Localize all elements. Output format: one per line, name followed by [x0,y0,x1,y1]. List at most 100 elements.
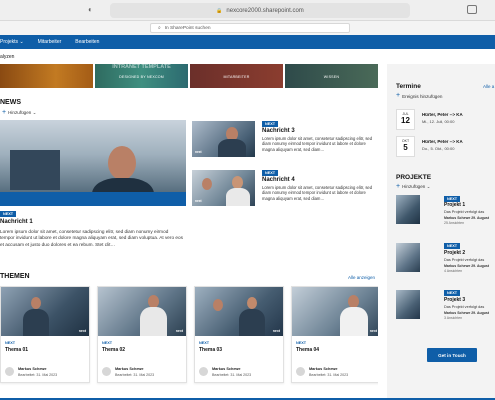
news-add-label: Hinzufügen ⌄ [8,110,37,115]
theme-card[interactable]: next NEXT Thema 01 Markus Schewe Bearbei… [0,286,90,383]
news-3-title[interactable]: Nachricht 3 [262,128,295,134]
nav-item-bearbeiten[interactable]: Bearbeiten [75,39,99,45]
project-views: 25 Ansichten [444,221,465,225]
theme-card-author: Markus Schewe [309,367,338,371]
event-date: Mi., 12. Juli, 00:00 [422,119,455,124]
news-3-image[interactable]: next [192,121,255,157]
termine-show-all-link[interactable]: Alle a [483,84,494,89]
project-badge: NEXT [444,243,461,249]
hero-tile-intranet[interactable]: INTRANET TEMPLATE DESIGNED BY NEXCOM [95,64,188,88]
search-placeholder: In SharePoint suchen [164,25,211,31]
projekte-add-label: Hinzufügen ⌄ [402,184,431,189]
project-image[interactable] [396,290,420,319]
main-news-title[interactable]: Nachricht 1 [0,219,33,225]
photo-monitor [10,150,60,190]
photo-person-body [23,309,49,336]
theme-card-image: next [292,287,380,336]
photo-person-body [140,307,167,336]
theme-card[interactable]: next NEXT Thema 04 Markus Schewe Bearbei… [291,286,381,383]
project-title[interactable]: Projekt 1 [444,202,465,208]
nav-item-mitarbeiter[interactable]: Mitarbeiter [38,39,62,45]
event-title[interactable]: Hürter, Peter --> KA [422,112,463,117]
theme-card-title: Thema 04 [296,347,320,353]
theme-card-title: Thema 01 [5,347,29,353]
news-4-badge: NEXT [262,170,279,176]
shield-icon[interactable]: ◐ [88,5,93,14]
project-title[interactable]: Projekt 3 [444,297,465,303]
project-views: 4 Ansichten [444,269,463,273]
project-views: 3 Ansichten [444,316,463,320]
theme-card-date: Bearbeitet: 31. Mai 2023 [309,373,349,377]
address-bar[interactable]: 🔒 nexcore2000.sharepoint.com [110,3,410,18]
project-desc: Das Projekt verfolgt das [444,210,485,214]
project-desc: Das Projekt verfolgt das [444,305,485,309]
theme-card[interactable]: next NEXT Thema 02 Markus Schewe Bearbei… [97,286,187,383]
hero-caption: WISSEN [323,75,340,79]
theme-card-author: Markus Schewe [212,367,241,371]
photo-person-body [340,307,368,336]
event-date-box: OKT 5 [396,136,415,157]
hero-big-text: INTRANET TEMPLATE [112,64,171,70]
theme-card-label: NEXT [199,341,210,345]
photo-person-head [108,146,136,180]
news-add-button[interactable]: + Hinzufügen ⌄ [2,109,37,116]
search-box[interactable]: ⌕ In SharePoint suchen [150,23,350,33]
theme-card[interactable]: next NEXT Thema 03 Markus Schewe Bearbei… [194,286,284,383]
event-date: Do., 5. Okt., 00:00 [422,146,455,151]
site-navigation: Projekts ⌄ Mitarbeiter Bearbeiten [0,35,495,49]
lock-icon: 🔒 [216,7,223,14]
theme-card-image: next [98,287,186,336]
theme-card-stamp: next [272,329,280,333]
theme-card-stamp: next [78,329,86,333]
hero-banner: INTRANET TEMPLATE DESIGNED BY NEXCOM MIT… [0,64,378,88]
event-day: 5 [403,143,408,152]
hero-tile-mitarbeiter[interactable]: MITARBEITER [190,64,283,88]
project-image[interactable] [396,195,420,224]
tabs-icon[interactable] [467,5,477,14]
theme-card-label: NEXT [5,341,16,345]
photo-person-head [247,297,257,309]
breadcrumb: alyzen [0,54,15,60]
theme-card-date: Bearbeitet: 31. Mai 2023 [18,373,58,377]
event-title[interactable]: Hürter, Peter --> KA [422,139,463,144]
avatar [199,367,208,376]
photo-person-body [218,139,246,157]
news-image-stamp: next [195,199,202,203]
project-title[interactable]: Projekt 2 [444,250,465,256]
theme-card-title: Thema 03 [199,347,223,353]
main-news-image[interactable] [0,120,186,206]
theme-card-date: Bearbeitet: 31. Mai 2023 [212,373,252,377]
projekte-title: PROJEKTE [396,174,432,181]
photo-person-head [213,299,223,311]
suite-bar: ⌕ In SharePoint suchen [0,21,495,35]
news-4-text: Lorem ipsum dolor sit amet, consetetur s… [262,185,373,201]
theme-card-image: next [195,287,283,336]
news-4-title[interactable]: Nachricht 4 [262,177,295,183]
news-4-image[interactable]: next [192,170,255,206]
search-icon: ⌕ [158,26,161,31]
hero-tile-1[interactable] [0,64,93,88]
hero-tile-wissen[interactable]: WISSEN [285,64,378,88]
termine-add-button[interactable]: + Ereignis hinzufügen [396,92,442,99]
themen-show-all-link[interactable]: Alle anzeigen [348,275,375,280]
news-title: NEWS [0,99,21,106]
nav-item-projekts[interactable]: Projekts ⌄ [0,39,24,45]
termine-title: Termine [396,83,421,90]
browser-toolbar: ◐ 🔒 nexcore2000.sharepoint.com [0,0,495,21]
get-in-touch-button[interactable]: Get in Touch [427,348,477,362]
photo-person-head [202,178,212,190]
themen-title: THEMEN [0,273,30,280]
project-author: Markus Schewe 29. August [444,216,489,220]
project-image[interactable] [396,243,420,272]
plus-icon: + [2,109,7,116]
event-day: 12 [401,116,410,125]
project-desc: Das Projekt verfolgt das [444,258,485,262]
plus-icon: + [396,92,401,99]
theme-card-label: NEXT [102,341,113,345]
theme-card-title: Thema 02 [102,347,126,353]
hero-caption: DESIGNED BY NEXCOM [119,75,164,79]
theme-card-label: NEXT [296,341,307,345]
theme-card-image: next [1,287,89,336]
projekte-add-button[interactable]: + Hinzufügen ⌄ [396,183,431,190]
theme-card-stamp: next [175,329,183,333]
